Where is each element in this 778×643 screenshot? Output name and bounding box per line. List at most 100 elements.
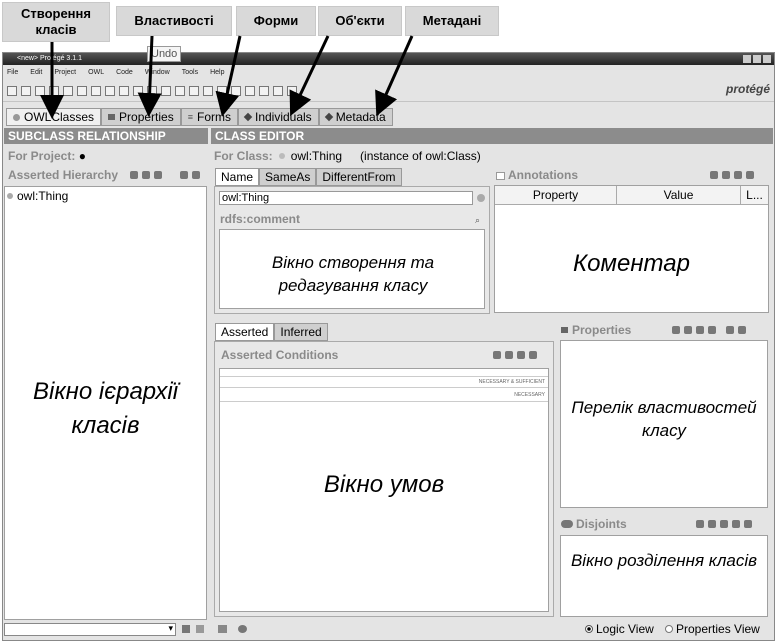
menu-owl[interactable]: OWL [88,69,104,76]
conditions-list[interactable]: NECESSARY & SUFFICIENT NECESSARY Вікно у… [219,368,549,612]
paste-icon[interactable] [77,85,87,96]
close-button[interactable] [763,55,771,63]
run-icon[interactable] [217,85,227,96]
pencil-icon[interactable] [287,85,297,96]
new-project-icon[interactable] [7,85,17,96]
delete-class-icon[interactable] [154,171,162,179]
for-project-text: For Project: [8,149,76,163]
create-annotation-icon[interactable] [722,171,730,179]
add-object-property-icon[interactable] [696,326,704,334]
compute-types-icon[interactable] [189,85,199,96]
delete-disjoint-icon[interactable] [732,520,740,528]
create-sibling-icon[interactable] [142,171,150,179]
add-all-siblings-icon[interactable] [708,520,716,528]
properties-list[interactable]: Перелік властивостей класу [560,340,768,508]
tab-asserted[interactable]: Asserted [215,323,275,341]
disjoints-caption: Вікно розділення класів [570,551,758,570]
add-disjoint-icon[interactable] [696,520,704,528]
column-property[interactable]: Property [495,186,617,204]
subclass-relationship-header: SUBCLASS RELATIONSHIP [4,128,208,144]
save-project-icon[interactable] [35,85,45,96]
cut-icon[interactable] [49,85,59,96]
filter-icon[interactable] [182,625,190,633]
import-icon[interactable] [105,85,115,96]
export-footer-icon[interactable] [218,625,227,633]
maximize-button[interactable] [753,55,761,63]
window-title: <new> Protégé 3.1.1 [17,55,82,62]
create-subclass-icon[interactable] [130,171,138,179]
menu-code[interactable]: Code [116,69,133,76]
annotations-table[interactable]: Property Value L... Коментар [494,185,769,313]
asserted-conditions-label: Asserted Conditions [221,348,339,362]
settings-icon[interactable] [196,625,204,633]
hierarchy-filter-combobox[interactable]: ▾ [4,623,176,636]
undo-icon[interactable] [119,85,129,96]
find-class-icon[interactable] [180,171,188,179]
minimize-button[interactable] [743,55,751,63]
remove-siblings-icon[interactable] [720,520,728,528]
add-named-class-icon[interactable] [517,351,525,359]
classify-icon[interactable] [175,85,185,96]
column-value[interactable]: Value [617,186,741,204]
property-view-icon[interactable] [738,326,746,334]
form-icon[interactable] [231,85,241,96]
class-hierarchy-tree[interactable]: owl:Thing Вікно ієрархії класів [4,186,207,620]
tab-properties[interactable]: Properties [101,108,181,126]
class-name-field[interactable]: owl:Thing [219,191,473,205]
table-icon[interactable] [245,85,255,96]
open-project-icon[interactable] [21,85,31,96]
add-datatype-property-icon[interactable] [684,326,692,334]
tab-differentfrom[interactable]: DifferentFrom [316,168,402,186]
gear-icon[interactable] [238,625,247,633]
rdfs-comment-area[interactable]: Вікно створення та редагування класу [219,229,485,309]
class-editor-caption: Вікно створення та редагування класу [271,253,435,295]
test-icon[interactable] [203,85,213,96]
callout-create-classes: Створення класів [2,2,110,42]
tab-owlclasses[interactable]: OWLClasses [6,108,102,126]
view-class-icon[interactable] [192,171,200,179]
menu-file[interactable]: File [7,69,18,76]
disjoints-label: Disjoints [576,517,627,531]
menu-help[interactable]: Help [210,69,224,76]
menu-edit[interactable]: Edit [30,69,42,76]
disjoints-list[interactable]: Вікно розділення класів [560,535,768,617]
annotations-caption: Коментар [573,250,690,277]
edit-comment-icon[interactable]: ⌕ [475,215,480,226]
add-annotation-icon[interactable] [710,171,718,179]
delete-annotation-icon[interactable] [746,171,754,179]
properties-view-radio[interactable]: Properties View [665,622,760,636]
tab-inferred[interactable]: Inferred [274,323,328,341]
reasoner-icon[interactable] [147,85,157,96]
annotations-label: Annotations [508,168,578,182]
tab-forms[interactable]: ≡ Forms [180,108,238,126]
menu-tools[interactable]: Tools [182,69,198,76]
logic-view-radio[interactable]: Logic View [585,622,654,636]
delete-condition-icon[interactable] [529,351,537,359]
main-toolbar [3,80,774,102]
back-arrow-icon[interactable] [259,85,269,96]
tree-item-owl-thing[interactable]: owl:Thing [7,189,68,203]
tab-metadata[interactable]: Metadata [318,108,393,126]
diamond-annotation-icon[interactable] [734,171,742,179]
add-condition-icon[interactable] [493,351,501,359]
annotations-table-header: Property Value L... [495,186,768,205]
undo-tooltip: Undo [147,46,182,62]
copy-icon[interactable] [63,85,73,96]
tab-individuals[interactable]: Individuals [237,108,319,126]
remove-property-icon[interactable] [708,326,716,334]
menu-project[interactable]: Project [54,69,76,76]
export-icon[interactable] [91,85,101,96]
class-icon [7,193,13,199]
add-property-icon[interactable] [672,326,680,334]
conditions-tabs: Asserted Inferred [215,323,328,341]
check-consistency-icon[interactable] [161,85,171,96]
property-settings-icon[interactable] [726,326,734,334]
redo-icon[interactable] [133,85,143,96]
column-lang[interactable]: L... [741,186,768,204]
create-restriction-icon[interactable] [505,351,513,359]
tab-name[interactable]: Name [215,168,260,186]
forward-arrow-icon[interactable] [273,85,283,96]
menu-window[interactable]: Window [145,69,170,76]
tab-sameas[interactable]: SameAs [259,168,317,186]
disjoint-view-icon[interactable] [744,520,752,528]
